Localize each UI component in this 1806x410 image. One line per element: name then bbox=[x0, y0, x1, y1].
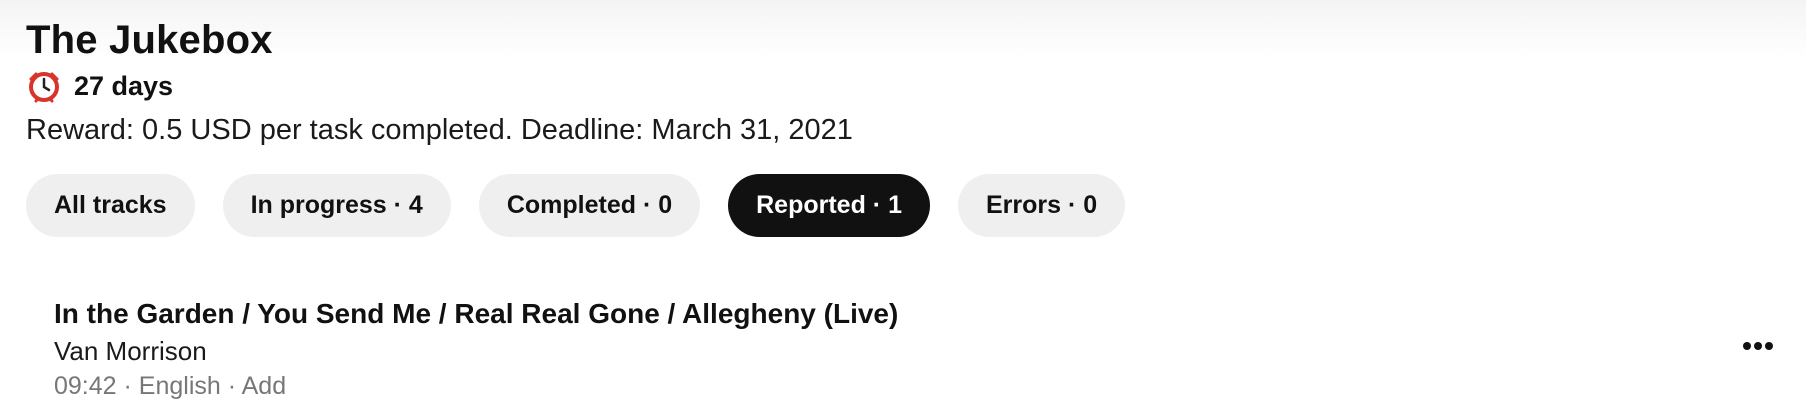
more-horizontal-icon bbox=[1742, 338, 1774, 356]
filter-completed[interactable]: Completed · 0 bbox=[478, 174, 701, 237]
track-artist: Van Morrison bbox=[54, 336, 207, 366]
track-meta: 09:42 · English · Add bbox=[54, 372, 287, 400]
filter-reported[interactable]: Reported · 1 bbox=[728, 174, 930, 237]
filter-all-tracks[interactable]: All tracks bbox=[26, 174, 195, 237]
alarm-clock-icon bbox=[26, 68, 62, 104]
days-remaining: 27 days bbox=[74, 71, 174, 101]
time-remaining: 27 days bbox=[26, 68, 173, 104]
page-title: The Jukebox bbox=[26, 18, 273, 62]
track-title[interactable]: In the Garden / You Send Me / Real Real … bbox=[54, 294, 1754, 334]
reward-deadline-text: Reward: 0.5 USD per task completed. Dead… bbox=[26, 114, 853, 146]
filter-in-progress[interactable]: In progress · 4 bbox=[222, 174, 451, 237]
filter-errors[interactable]: Errors · 0 bbox=[957, 174, 1126, 237]
more-options-button[interactable] bbox=[1738, 330, 1778, 364]
track-list-item[interactable]: In the Garden / You Send Me / Real Real … bbox=[54, 294, 1754, 404]
filter-tabs: All tracks In progress · 4 Completed · 0… bbox=[26, 174, 1126, 237]
